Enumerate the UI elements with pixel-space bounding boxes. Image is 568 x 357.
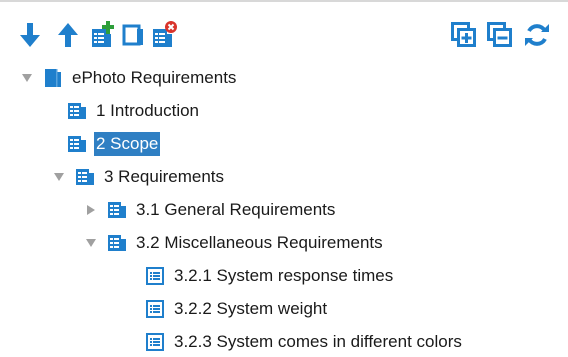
tree-node-label: 3.2.1 System response times	[174, 266, 394, 285]
tree-node-label: 3.2.2 System weight	[174, 299, 328, 318]
tree-node-label: 1 Introduction	[96, 101, 200, 120]
tree-node-system-response-times[interactable]: 3.2.1 System response times	[144, 261, 395, 291]
add-document-button[interactable]	[118, 18, 150, 52]
document-icon	[121, 21, 147, 49]
list-document-icon	[144, 331, 166, 353]
tree-node-label: 3.1 General Requirements	[136, 200, 336, 219]
collapse-all-button[interactable]	[484, 18, 516, 52]
top-divider	[0, 0, 568, 2]
expand-all-icon	[451, 22, 477, 48]
requirement-doc-icon	[66, 100, 88, 122]
tree-node-label: 2 Scope	[94, 132, 161, 156]
tree-node-miscellaneous-requirements[interactable]: 3.2 Miscellaneous Requirements	[84, 228, 385, 258]
tree-node-system-colors[interactable]: 3.2.3 System comes in different colors	[144, 327, 464, 357]
tree-node-label: 3.2.3 System comes in different colors	[174, 332, 462, 351]
arrow-down-icon	[18, 21, 42, 49]
tree-node-requirements[interactable]: 3 Requirements	[52, 162, 226, 192]
requirement-doc-icon	[106, 199, 128, 221]
delete-requirement-icon	[149, 20, 179, 50]
add-requirement-button[interactable]	[86, 18, 118, 52]
book-icon	[42, 67, 64, 89]
collapse-toggle-icon[interactable]	[52, 170, 66, 184]
requirement-doc-icon	[66, 133, 88, 155]
refresh-icon	[524, 22, 550, 48]
requirements-tree: ePhoto Requirements 1 Introduction 2 Sco…	[0, 60, 568, 354]
refresh-button[interactable]	[521, 18, 553, 52]
delete-requirement-button[interactable]	[148, 18, 180, 52]
tree-node-label: 3 Requirements	[104, 167, 225, 186]
list-document-icon	[144, 298, 166, 320]
arrow-up-icon	[56, 21, 80, 49]
tree-node-scope[interactable]: 2 Scope	[66, 129, 161, 159]
tree-node-general-requirements[interactable]: 3.1 General Requirements	[84, 195, 337, 225]
tree-node-system-weight[interactable]: 3.2.2 System weight	[144, 294, 329, 324]
tree-node-introduction[interactable]: 1 Introduction	[66, 96, 201, 126]
list-document-icon	[144, 265, 166, 287]
move-down-button[interactable]	[14, 18, 46, 52]
expand-toggle-icon[interactable]	[84, 203, 98, 217]
toolbar	[0, 18, 568, 52]
collapse-toggle-icon[interactable]	[84, 236, 98, 250]
move-up-button[interactable]	[52, 18, 84, 52]
collapse-toggle-icon[interactable]	[20, 71, 34, 85]
requirement-doc-icon	[106, 232, 128, 254]
requirement-doc-icon	[74, 166, 96, 188]
collapse-all-icon	[487, 22, 513, 48]
expand-all-button[interactable]	[448, 18, 480, 52]
tree-node-root[interactable]: ePhoto Requirements	[20, 63, 238, 93]
tree-node-label: 3.2 Miscellaneous Requirements	[136, 233, 383, 252]
tree-node-label: ePhoto Requirements	[72, 68, 237, 87]
add-requirement-icon	[88, 20, 116, 50]
